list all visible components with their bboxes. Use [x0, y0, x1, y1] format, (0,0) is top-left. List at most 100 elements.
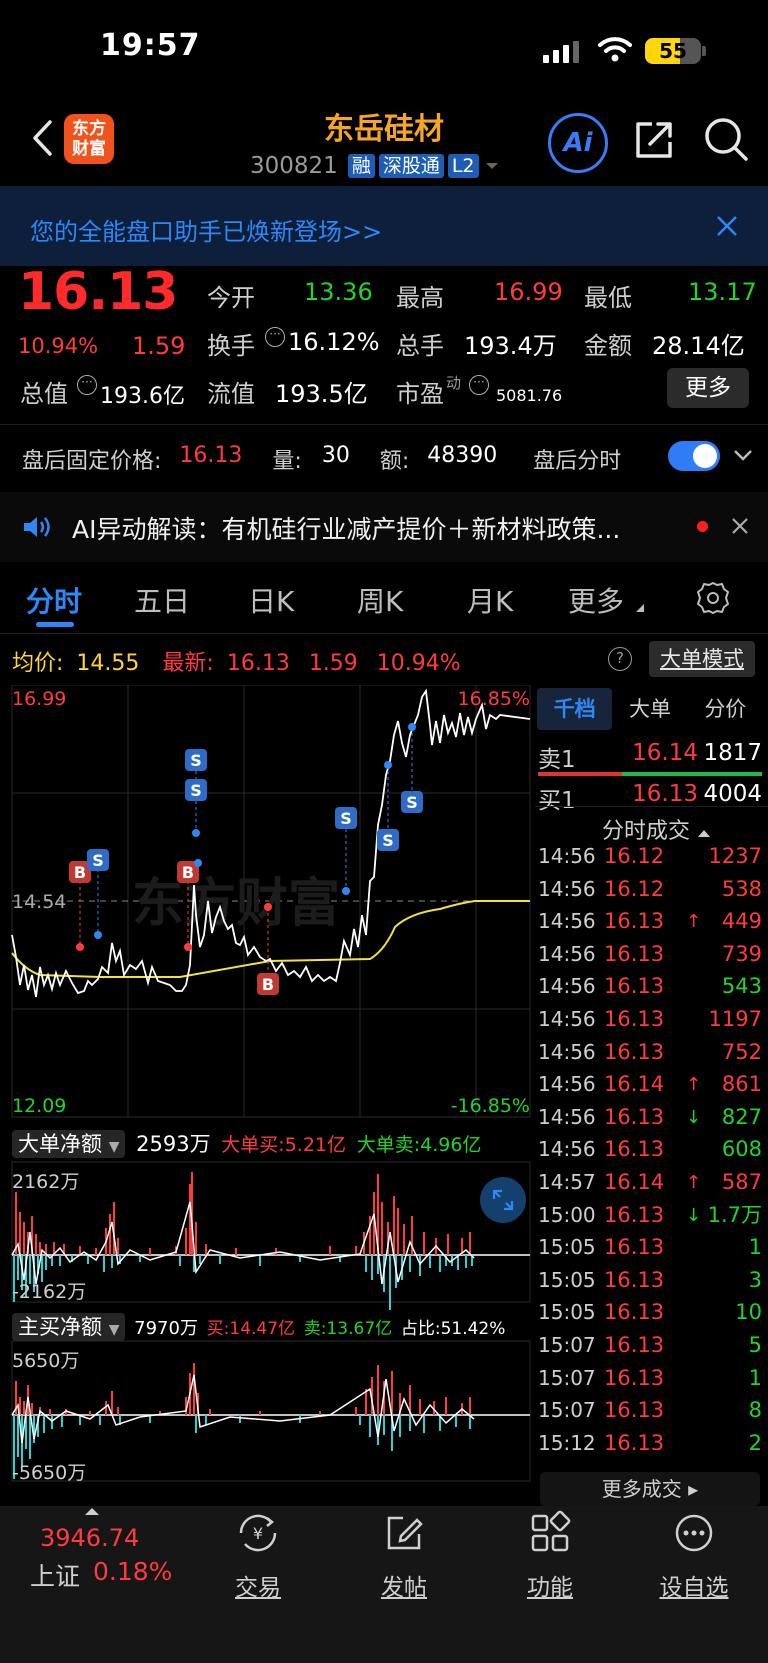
close-icon[interactable]	[715, 214, 739, 238]
tick-volume: 752	[721, 1039, 762, 1064]
change-amount: 1.59	[132, 332, 186, 360]
tick-volume: 1.7万	[707, 1202, 762, 1227]
status-time: 19:57	[100, 28, 201, 63]
tick-direction: ↓	[686, 1204, 702, 1226]
tick-volume: 538	[721, 876, 762, 901]
tick-row: 15:05 16.13 3	[538, 1264, 762, 1297]
nav-trade[interactable]: ¥ 交易	[226, 1510, 290, 1602]
tab-five-day[interactable]: 五日	[134, 580, 190, 620]
latest-value: 16.13	[226, 651, 290, 676]
ask-row[interactable]: 卖1 16.14 1817	[538, 740, 762, 774]
tick-volume: 587	[721, 1170, 762, 1194]
after-hours-price: 16.13	[179, 443, 243, 468]
main-buy-dropdown[interactable]: 主买净额 ▼	[12, 1313, 126, 1341]
after-hours-toggle[interactable]	[668, 441, 720, 471]
tag-connect: 深股通	[378, 154, 444, 178]
caret-up-icon[interactable]	[84, 1506, 100, 1516]
chart-watermark: 东方财富	[132, 874, 340, 934]
tab-big-order[interactable]: 大单	[612, 688, 687, 730]
main-buy-sell: 卖:13.67亿	[303, 1319, 393, 1339]
tick-price: 16.13	[604, 1430, 665, 1455]
tick-row: 15:05 16.13 10	[538, 1296, 762, 1329]
expand-icon[interactable]	[480, 1177, 526, 1223]
tab-daily-k[interactable]: 日K	[248, 580, 294, 620]
more-ticks-button[interactable]: 更多成交 ▸	[540, 1472, 760, 1506]
more-button[interactable]: 更多	[667, 368, 749, 408]
ai-insight-text[interactable]: AI异动解读：有机硅行业减产提价＋新材料政策...	[72, 510, 620, 546]
svg-text:S: S	[190, 751, 202, 770]
tick-direction	[686, 1133, 700, 1166]
tab-weekly-k[interactable]: 周K	[357, 580, 403, 620]
amount-label: 金额	[584, 332, 632, 360]
tick-time: 15:12	[538, 1430, 596, 1455]
open-value: 13.36	[304, 278, 373, 306]
after-hours-label: 盘后固定价格:	[22, 449, 162, 474]
big-order-y-top: 2162万	[12, 1171, 79, 1193]
pe-superscript: 动	[446, 374, 462, 392]
nav-watchlist[interactable]: 设自选	[654, 1510, 734, 1602]
avg-label: 均价:	[12, 651, 64, 676]
wifi-icon	[598, 37, 632, 62]
share-icon[interactable]	[632, 118, 676, 162]
tick-time: 15:05	[538, 1267, 596, 1292]
tag-l2: L2	[447, 154, 479, 178]
tick-volume: 5	[748, 1333, 762, 1357]
tab-depth[interactable]: 千档	[537, 688, 613, 730]
help-icon[interactable]: ?	[608, 647, 632, 671]
gear-icon[interactable]	[696, 581, 730, 615]
latest-label: 最新:	[162, 651, 214, 676]
grid-icon	[531, 1510, 571, 1552]
svg-text:S: S	[92, 851, 104, 870]
search-icon[interactable]	[703, 116, 749, 162]
banner-text[interactable]: 您的全能盘口助手已焕新登场>>	[30, 212, 382, 247]
tab-monthly-k[interactable]: 月K	[467, 580, 513, 620]
tick-row: 14:57 16.14 ↑ 587	[538, 1166, 762, 1199]
tab-more[interactable]: 更多	[568, 580, 624, 620]
bid-row[interactable]: 买1 16.13 4004	[538, 781, 762, 815]
float-label: 流值	[207, 380, 255, 408]
nav-post[interactable]: 发帖	[372, 1510, 436, 1602]
info-icon[interactable]: ···	[469, 375, 489, 395]
intraday-chart[interactable]: 东方财富 B S B S S B S S S 16.99 14.54 12.09	[0, 685, 532, 1505]
latest-pct: 10.94%	[376, 651, 461, 676]
high-label: 最高	[396, 284, 444, 312]
tick-time: 15:07	[538, 1398, 596, 1423]
signal-icon	[543, 41, 579, 63]
tick-row: 15:07 16.13 1	[538, 1362, 762, 1395]
tick-price: 16.13	[604, 1039, 665, 1064]
index-percent[interactable]: 0.18%	[93, 1557, 172, 1586]
y-axis-bottom: 12.09	[12, 1095, 66, 1117]
index-name[interactable]: 上证	[30, 1557, 80, 1593]
big-order-buy: 大单买:5.21亿	[221, 1134, 347, 1156]
tick-row: 15:00 16.13 ↓ 1.7万	[538, 1199, 762, 1232]
y-axis-mid: 14.54	[12, 891, 66, 913]
tick-price: 16.13	[604, 1007, 665, 1031]
big-order-dropdown[interactable]: 大单净额 ▼	[12, 1130, 126, 1158]
tick-row: 14:56 16.13 752	[538, 1036, 762, 1069]
speaker-icon	[24, 517, 50, 537]
current-price: 16.13	[18, 262, 178, 322]
tick-direction: ↑	[686, 1172, 702, 1193]
info-icon[interactable]: ···	[77, 375, 97, 395]
tick-direction	[686, 938, 700, 971]
tick-volume: 739	[721, 941, 762, 966]
chevron-down-icon[interactable]	[732, 447, 754, 463]
after-hours-vol: 30	[321, 443, 350, 468]
ai-button[interactable]: Ai	[548, 113, 608, 173]
tab-price-dist[interactable]: 分价	[688, 688, 763, 730]
tick-row: 15:12 16.13 2	[538, 1427, 762, 1460]
avg-value: 14.55	[76, 651, 140, 676]
stock-code-row[interactable]: 300821 融 深股通 L2	[250, 153, 501, 179]
tick-row: 14:56 16.13 608	[538, 1133, 762, 1166]
tick-price: 16.13	[604, 1398, 665, 1423]
more-dots-icon	[675, 1514, 713, 1552]
tick-direction	[686, 1003, 700, 1036]
nav-function[interactable]: 功能	[518, 1510, 582, 1602]
tick-time: 15:07	[538, 1333, 596, 1357]
big-order-mode-button[interactable]: 大单模式	[649, 641, 755, 677]
tick-row: 15:07 16.13 8	[538, 1394, 762, 1427]
info-icon[interactable]: ···	[265, 327, 285, 347]
tab-intraday[interactable]: 分时	[26, 580, 82, 620]
close-icon[interactable]	[730, 516, 750, 536]
index-value[interactable]: 3946.74	[40, 1524, 139, 1552]
